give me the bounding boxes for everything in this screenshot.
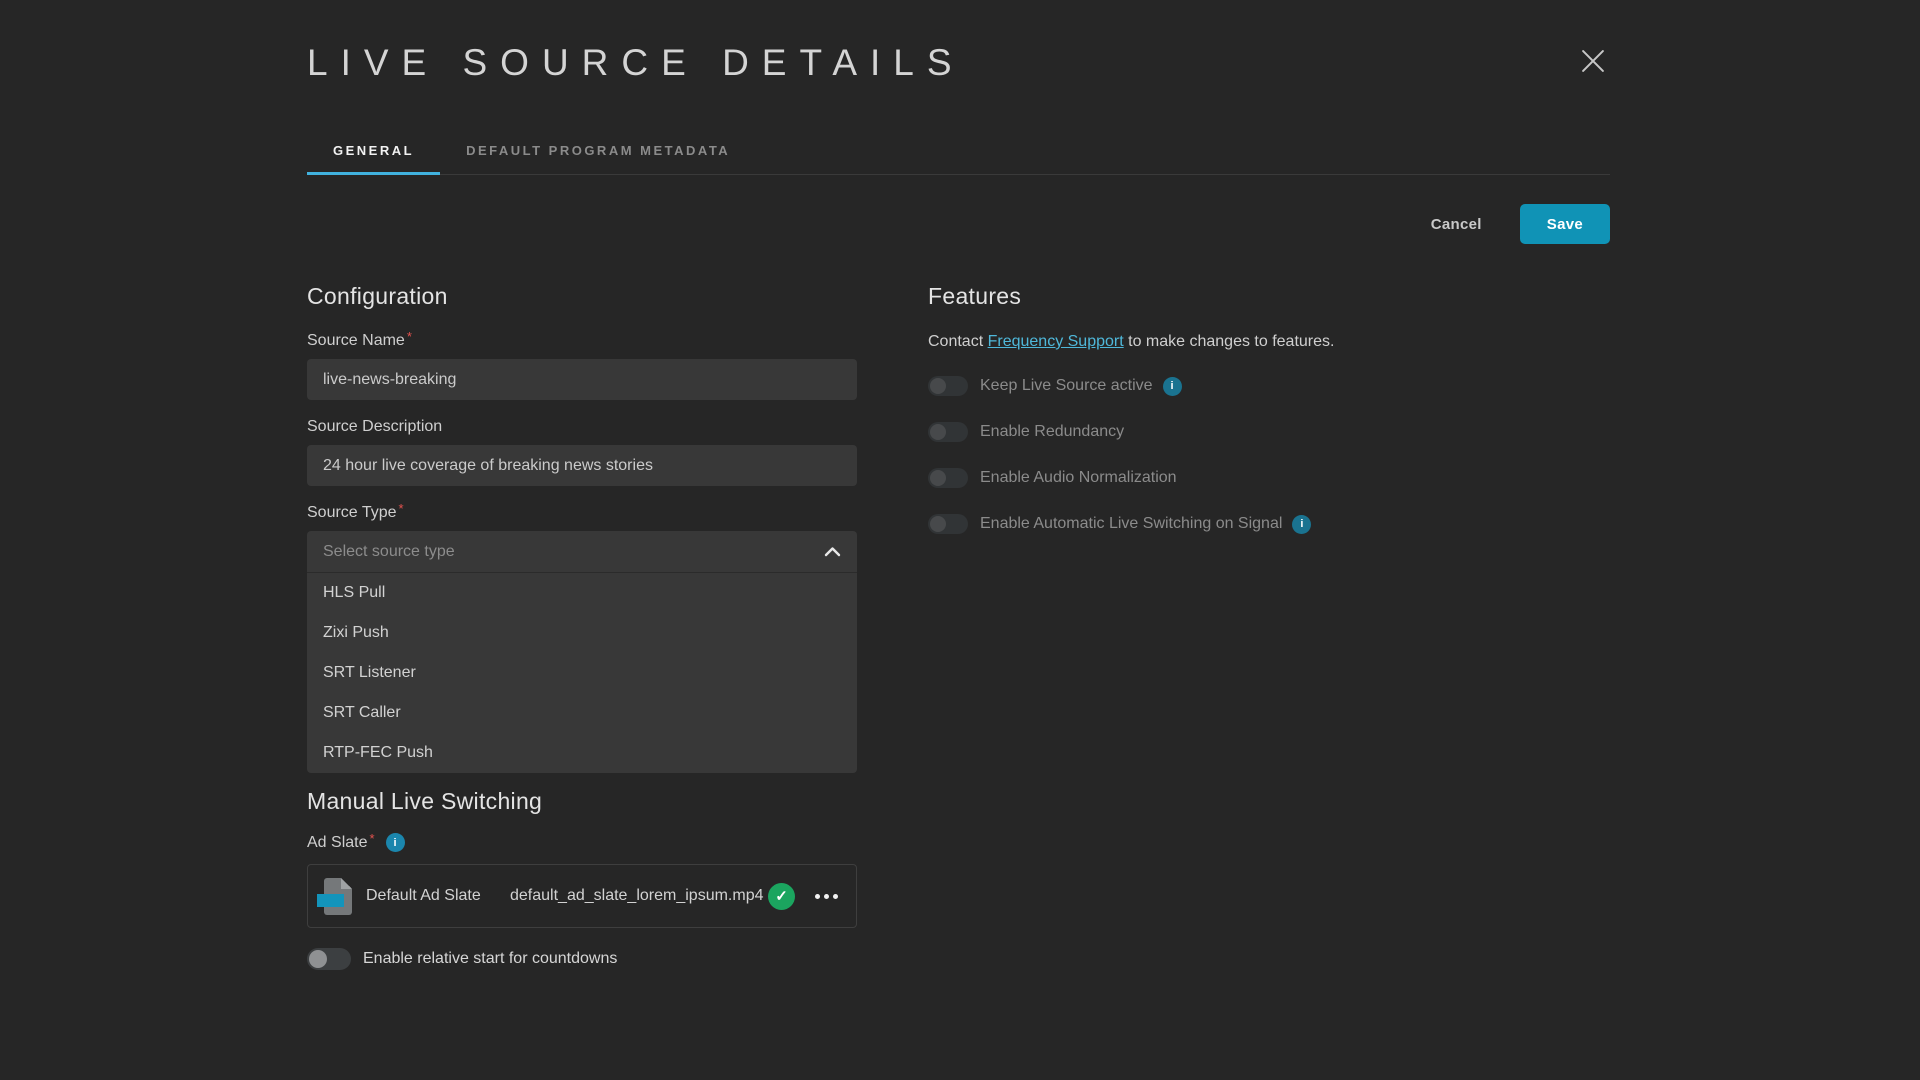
toggle-knob	[930, 470, 946, 486]
source-description-input[interactable]	[307, 445, 857, 486]
tab-general-label: GENERAL	[333, 143, 414, 158]
source-type-option-srt-caller[interactable]: SRT Caller	[307, 693, 857, 733]
source-description-label-text: Source Description	[307, 418, 442, 435]
tab-default-program-metadata-label: DEFAULT PROGRAM METADATA	[466, 143, 730, 158]
contact-prefix: Contact	[928, 333, 988, 350]
toggle-knob	[309, 950, 327, 968]
ad-slate-label-text: Ad Slate	[307, 834, 367, 851]
features-contact-line: Contact Frequency Support to make change…	[928, 332, 1668, 352]
ad-slate-label-row: Ad Slate* i	[307, 833, 857, 852]
source-type-dropdown: Select source type HLS Pull Zixi Push SR…	[307, 531, 857, 773]
ellipsis-menu-icon[interactable]	[813, 888, 840, 905]
video-file-icon-band	[317, 894, 344, 907]
source-type-label: Source Type*	[307, 503, 857, 522]
info-icon[interactable]: i	[386, 833, 405, 852]
source-type-option-srt-listener[interactable]: SRT Listener	[307, 653, 857, 693]
save-button[interactable]: Save	[1520, 204, 1610, 244]
check-circle-icon: ✓	[768, 883, 795, 910]
feature-row-enable-automatic-live-switching: Enable Automatic Live Switching on Signa…	[928, 513, 1668, 535]
configuration-heading: Configuration	[307, 283, 857, 310]
info-icon[interactable]: i	[1163, 377, 1182, 396]
source-type-option-hls-pull[interactable]: HLS Pull	[307, 573, 857, 613]
ellipsis-dot	[824, 894, 829, 899]
source-type-select[interactable]: Select source type	[307, 531, 857, 573]
ellipsis-dot	[833, 894, 838, 899]
feature-row-enable-redundancy: Enable Redundancy	[928, 421, 1668, 443]
tab-bar: GENERAL DEFAULT PROGRAM METADATA	[307, 128, 1610, 175]
feature-label: Enable Redundancy	[980, 423, 1124, 441]
toggle-knob	[930, 424, 946, 440]
page-title: LIVE SOURCE DETAILS	[307, 42, 965, 84]
tab-general[interactable]: GENERAL	[307, 128, 440, 174]
enable-automatic-live-switching-toggle	[928, 514, 968, 534]
countdown-toggle-label: Enable relative start for countdowns	[363, 950, 617, 968]
feature-label: Enable Automatic Live Switching on Signa…	[980, 515, 1282, 533]
toggle-knob	[930, 378, 946, 394]
source-name-label-text: Source Name	[307, 332, 405, 349]
contact-suffix: to make changes to features.	[1124, 333, 1335, 350]
close-icon[interactable]	[1576, 44, 1610, 78]
required-asterisk: *	[407, 329, 412, 344]
action-buttons: Cancel Save	[1431, 204, 1610, 244]
enable-redundancy-toggle	[928, 422, 968, 442]
configuration-column: Configuration Source Name* Source Descri…	[307, 283, 857, 970]
source-description-label: Source Description	[307, 417, 857, 436]
features-column: Features Contact Frequency Support to ma…	[928, 283, 1668, 559]
feature-row-keep-live-source-active: Keep Live Source active i	[928, 375, 1668, 397]
feature-toggle-list: Keep Live Source active i Enable Redunda…	[928, 375, 1668, 535]
frequency-support-link[interactable]: Frequency Support	[988, 333, 1124, 350]
features-heading: Features	[928, 283, 1668, 310]
source-type-placeholder: Select source type	[323, 543, 455, 561]
enable-audio-normalization-toggle	[928, 468, 968, 488]
video-file-icon	[324, 878, 352, 915]
ad-slate-label: Ad Slate*	[307, 833, 375, 852]
countdown-toggle[interactable]	[307, 948, 351, 970]
chevron-up-icon	[824, 546, 841, 557]
ellipsis-dot	[815, 894, 820, 899]
cancel-button[interactable]: Cancel	[1431, 216, 1482, 233]
source-type-option-rtp-fec-push[interactable]: RTP-FEC Push	[307, 733, 857, 773]
feature-label: Keep Live Source active	[980, 377, 1153, 395]
live-source-details-modal: LIVE SOURCE DETAILS GENERAL DEFAULT PROG…	[0, 0, 1920, 1080]
info-icon[interactable]: i	[1292, 515, 1311, 534]
ad-slate-card: Default Ad Slate default_ad_slate_lorem_…	[307, 864, 857, 928]
ad-slate-filename: default_ad_slate_lorem_ipsum.mp4	[510, 887, 768, 905]
required-asterisk: *	[399, 501, 404, 516]
required-asterisk: *	[369, 831, 374, 846]
feature-row-enable-audio-normalization: Enable Audio Normalization	[928, 467, 1668, 489]
tab-default-program-metadata[interactable]: DEFAULT PROGRAM METADATA	[440, 128, 756, 174]
video-file-icon-fold	[341, 878, 352, 889]
source-type-label-text: Source Type	[307, 504, 397, 521]
countdown-toggle-row: Enable relative start for countdowns	[307, 948, 857, 970]
keep-live-source-active-toggle	[928, 376, 968, 396]
ad-slate-name: Default Ad Slate	[366, 887, 510, 905]
toggle-knob	[930, 516, 946, 532]
source-type-option-zixi-push[interactable]: Zixi Push	[307, 613, 857, 653]
source-name-input[interactable]	[307, 359, 857, 400]
manual-live-switching-heading: Manual Live Switching	[307, 788, 857, 815]
source-name-label: Source Name*	[307, 331, 857, 350]
feature-label: Enable Audio Normalization	[980, 469, 1177, 487]
